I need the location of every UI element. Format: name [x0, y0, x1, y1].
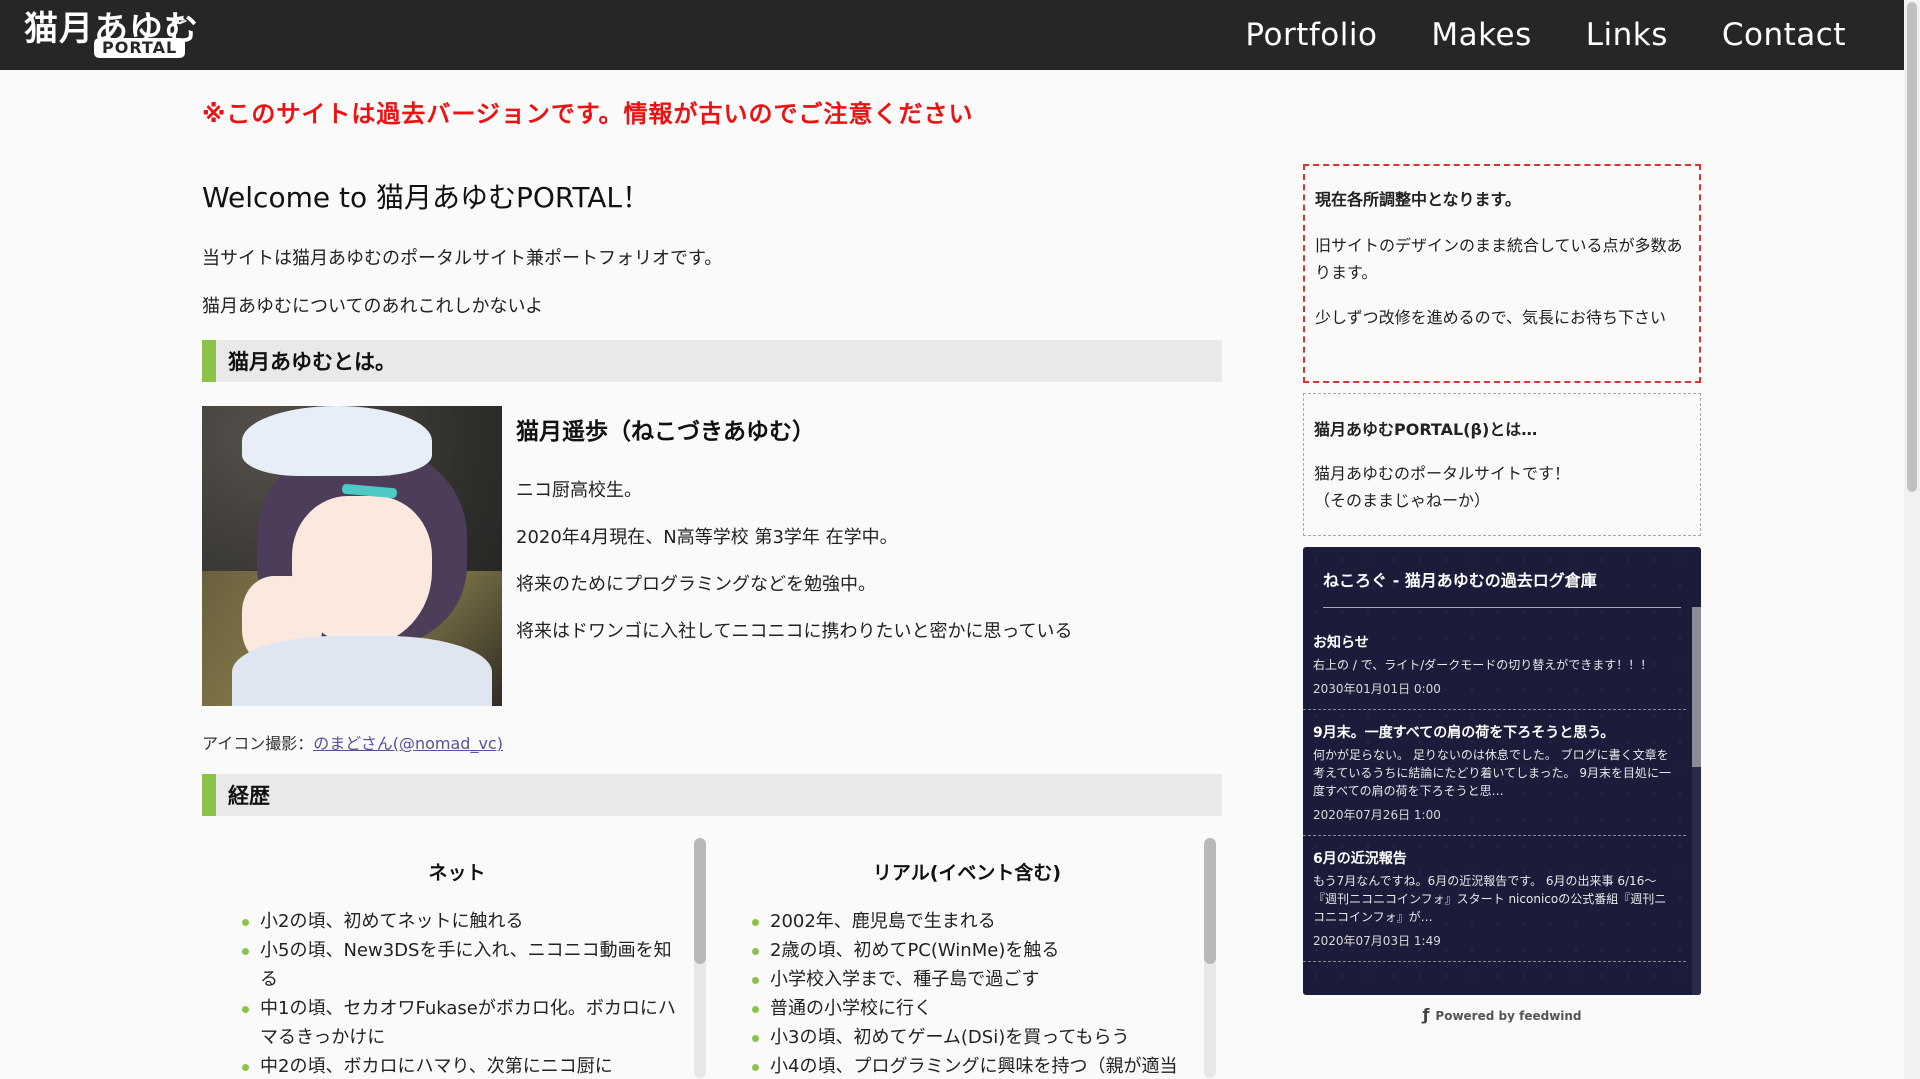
page-scrollbar[interactable]: [1904, 0, 1920, 1079]
feedwind-icon: ƒ: [1422, 1005, 1430, 1024]
feed-scrollbar[interactable]: [1692, 607, 1701, 995]
feed-item[interactable]: 6月の近況報告 もう7月なんですね。6月の近況報告です。 6月の出来事 6/16…: [1303, 836, 1686, 962]
icon-credit: アイコン撮影：のまどさん(@nomad_vc): [202, 730, 1222, 754]
list-item: 中2の頃、ボカロにハマり、次第にニコ厨に: [242, 1052, 688, 1078]
page-title: Welcome to 猫月あゆむPORTAL！: [202, 181, 651, 214]
feed-title[interactable]: ねころぐ - 猫月あゆむの過去ログ倉庫: [1303, 547, 1701, 620]
section-heading-history: 経歴: [202, 774, 1222, 816]
profile: 猫月遥歩（ねこづきあゆむ） ニコ厨高校生。 2020年4月現在、N高等学校 第3…: [202, 406, 1222, 706]
history-columns: ネット 小2の頃、初めてネットに触れる 小5の頃、New3DSを手に入れ、ニコニ…: [202, 838, 1222, 1078]
credit-label: アイコン撮影：: [202, 734, 314, 753]
real-column-scrollbar[interactable]: [1204, 838, 1216, 1078]
main-content: Welcome to 猫月あゆむPORTAL！ 当サイトは猫月あゆむのポータルサ…: [202, 176, 1222, 1078]
list-item: 小5の頃、New3DSを手に入れ、ニコニコ動画を知る: [242, 936, 688, 994]
list-item: 普通の小学校に行く: [752, 994, 1198, 1023]
feed-item-title[interactable]: 6月の近況報告: [1313, 848, 1672, 868]
nav-makes[interactable]: Makes: [1431, 17, 1531, 53]
list-item: 2歳の頃、初めてPC(WinMe)を触る: [752, 936, 1198, 965]
credit-link[interactable]: のまどさん(@nomad_vc): [313, 734, 503, 753]
main-nav: Portfolio Makes Links Contact: [1191, 0, 1846, 70]
feed-item-desc: 右上の / で、ライト/ダークモードの切り替えができます！！！: [1313, 658, 1653, 672]
list-item: 小2の頃、初めてネットに触れる: [242, 907, 688, 936]
profile-line: ニコ厨高校生。: [516, 480, 642, 501]
rss-feed-widget[interactable]: ねころぐ - 猫月あゆむの過去ログ倉庫 お知らせ 右上の / で、ライト/ダーク…: [1303, 547, 1701, 995]
list-item: 2002年、鹿児島で生まれる: [752, 907, 1198, 936]
profile-line: 将来はドワンゴに入社してニコニコに携わりたいと密かに思っている: [516, 621, 1073, 642]
feed-item-desc: 何かが足らない。 足りないのは休息でした。 ブログに書く文章を考えているうちに結…: [1313, 748, 1672, 798]
avatar-image: [202, 406, 502, 706]
profile-name: 猫月遥歩（ねこづきあゆむ）: [516, 419, 815, 445]
list-item: 小学校入学まで、種子島で過ごす: [752, 965, 1198, 994]
list-item: 小3の頃、初めてゲーム(DSi)を買ってもらう: [752, 1023, 1198, 1052]
site-logo[interactable]: 猫月あゆむ PORTAL ✒: [24, 10, 199, 58]
about-portal-text: 猫月あゆむのポータルサイトです！: [1314, 464, 1571, 483]
feed-item-title[interactable]: お知らせ: [1313, 632, 1672, 652]
about-portal-box: 猫月あゆむPORTAL(β)とは… 猫月あゆむのポータルサイトです！ （そのまま…: [1303, 393, 1701, 536]
feed-item-desc: もう7月なんですね。6月の近況報告です。 6月の出来事 6/16～『週刊ニコニコ…: [1313, 874, 1667, 924]
feed-item-title[interactable]: 9月末。一度すべての肩の荷を下ろそうと思う。: [1313, 722, 1672, 742]
feed-item-date: 2030年01月01日 0:00: [1313, 682, 1441, 696]
page-scrollbar-thumb[interactable]: [1907, 2, 1917, 492]
intro-text: 当サイトは猫月あゆむのポータルサイト兼ポートフォリオです。: [202, 248, 723, 269]
site-header: 猫月あゆむ PORTAL ✒ Portfolio Makes Links Con…: [0, 0, 1904, 70]
intro-subtext: 猫月あゆむについてのあれこれしかないよ: [202, 296, 544, 317]
net-column-scrollbar[interactable]: [694, 838, 706, 1078]
nav-contact[interactable]: Contact: [1722, 17, 1846, 53]
section-heading-about: 猫月あゆむとは。: [202, 340, 1222, 382]
list-item: 小4の頃、プログラミングに興味を持つ（親が適当: [752, 1052, 1198, 1078]
feed-item[interactable]: お知らせ 右上の / で、ライト/ダークモードの切り替えができます！！！ 203…: [1303, 620, 1686, 710]
old-version-notice: ※このサイトは過去バージョンです。情報が古いのでご注意ください: [202, 100, 974, 128]
feed-item-date: 2020年07月03日 1:49: [1313, 934, 1441, 948]
maintenance-text: 少しずつ改修を進めるので、気長にお待ち下さい: [1315, 308, 1667, 327]
history-net-column[interactable]: ネット 小2の頃、初めてネットに触れる 小5の頃、New3DSを手に入れ、ニコニ…: [202, 838, 712, 1078]
about-portal-title: 猫月あゆむPORTAL(β)とは…: [1314, 420, 1538, 439]
feed-item-date: 2020年07月26日 1:00: [1313, 808, 1441, 822]
list-item: 中1の頃、セカオワFukaseがボカロ化。ボカロにハマるきっかけに: [242, 994, 688, 1052]
profile-text: 猫月遥歩（ねこづきあゆむ） ニコ厨高校生。 2020年4月現在、N高等学校 第3…: [516, 406, 1073, 706]
feed-item[interactable]: 9月末。一度すべての肩の荷を下ろそうと思う。 何かが足らない。 足りないのは休息…: [1303, 710, 1686, 836]
maintenance-notice-box: 現在各所調整中となります。 旧サイトのデザインのまま統合している点が多数あります…: [1303, 164, 1701, 383]
feedwind-credit[interactable]: ƒ Powered by feedwind: [1303, 1005, 1701, 1024]
logo-portal-badge: PORTAL: [94, 38, 186, 58]
profile-line: 2020年4月現在、N高等学校 第3学年 在学中。: [516, 527, 898, 548]
column-title: ネット: [428, 862, 486, 884]
maintenance-title: 現在各所調整中となります。: [1315, 190, 1521, 209]
column-title: リアル(イベント含む): [872, 862, 1062, 884]
maintenance-text: 旧サイトのデザインのまま統合している点が多数あります。: [1315, 236, 1683, 282]
quill-icon: ✒: [170, 10, 189, 35]
nav-portfolio[interactable]: Portfolio: [1245, 17, 1377, 53]
nav-links[interactable]: Links: [1586, 17, 1668, 53]
profile-line: 将来のためにプログラミングなどを勉強中。: [516, 574, 876, 595]
about-portal-text: （そのままじゃねーか）: [1314, 491, 1491, 510]
history-real-column[interactable]: リアル(イベント含む) 2002年、鹿児島で生まれる 2歳の頃、初めてPC(Wi…: [712, 838, 1222, 1078]
sidebar: 現在各所調整中となります。 旧サイトのデザインのまま統合している点が多数あります…: [1303, 164, 1701, 1024]
